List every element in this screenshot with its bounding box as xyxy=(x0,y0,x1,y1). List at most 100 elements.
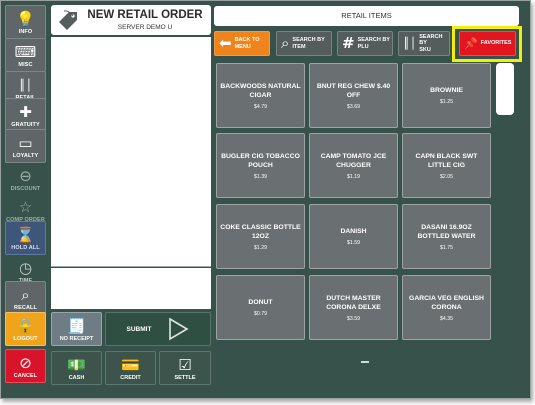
item-name: GARCIA VEG ENGLISH CORONA xyxy=(409,294,484,311)
no-receipt-label: NO RECEIPT xyxy=(59,336,94,342)
search-by-sku-label: SEARCH BY SKU xyxy=(419,34,449,54)
item-name: BACKWOODS NATURAL CIGAR xyxy=(220,82,301,99)
receipt-icon: 🧾 xyxy=(67,317,86,335)
search-by-plu-button[interactable]: # SEARCH BY PLU xyxy=(337,31,393,56)
label-line: BACK TO xyxy=(234,37,260,43)
play-icon xyxy=(169,317,190,341)
sidebar-item-cancel[interactable]: ⊘ CANCEL xyxy=(5,349,46,383)
sidebar-item-recall[interactable]: ⌕ RECALL xyxy=(5,281,46,315)
item-tile[interactable]: BNUT REG CHEW $.40 OFF $3.69 xyxy=(309,63,398,128)
sidebar-item-label: HOLD ALL xyxy=(11,245,40,251)
settle-label: SETTLE xyxy=(174,375,196,381)
credit-card-icon: 💳 xyxy=(121,356,140,374)
sidebar-item-label: INFO xyxy=(18,29,33,35)
server-name: SERVER DEMO U xyxy=(117,24,173,31)
sidebar-item-info[interactable]: 💡 INFO xyxy=(5,5,46,39)
item-name: DANISH xyxy=(340,228,367,235)
sidebar-item-label: CANCEL xyxy=(13,373,38,379)
cash-button[interactable]: 💵 CASH xyxy=(51,351,102,385)
scrollbar[interactable] xyxy=(496,63,514,115)
sidebar-item-label: GRATUITY xyxy=(11,122,40,128)
plus-icon: ✚ xyxy=(19,103,32,121)
item-name: CAMP TOMATO JCE CHUGGER xyxy=(320,152,387,169)
barcode-icon: ║│ xyxy=(403,37,417,50)
item-name: BNUT REG CHEW $.40 OFF xyxy=(316,82,391,99)
cash-icon: 💵 xyxy=(67,356,86,374)
item-price: $1.39 xyxy=(254,173,267,180)
sidebar-item-discount[interactable]: ⊖ DISCOUNT xyxy=(5,161,46,195)
sidebar-item-label: RECALL xyxy=(14,305,37,311)
sidebar-item-hold-all[interactable]: ⌛ HOLD ALL xyxy=(5,221,46,255)
item-price: $1.29 xyxy=(254,244,267,251)
label-line: ITEM xyxy=(292,43,306,50)
item-name: COKE CLASSIC BOTTLE 12OZ xyxy=(220,223,301,240)
submit-button[interactable]: SUBMIT xyxy=(105,312,211,346)
order-header: NEW RETAIL ORDER SERVER DEMO U xyxy=(51,5,211,35)
sidebar-item-misc[interactable]: ⌨ MISC xyxy=(5,38,46,72)
item-tile[interactable]: BUGLER CIG TOBACCO POUCH $1.39 xyxy=(216,133,305,198)
hash-icon: # xyxy=(342,34,355,52)
item-tile[interactable]: DANISH $1.59 xyxy=(309,204,398,269)
search-by-sku-button[interactable]: ║│ SEARCH BY SKU xyxy=(398,31,450,56)
item-price: $1.59 xyxy=(347,240,360,246)
order-title: NEW RETAIL ORDER xyxy=(87,9,203,21)
price-tag-icon xyxy=(59,10,77,30)
item-price: $1.25 xyxy=(440,99,453,105)
sidebar-item-label: LOGOUT xyxy=(13,336,38,342)
label-line: SEARCH BY xyxy=(419,33,443,47)
sidebar-item-logout[interactable]: 🔒 LOGOUT xyxy=(5,312,46,346)
checkbox-icon: ☑ xyxy=(178,356,192,374)
keyboard-icon: ⌨ xyxy=(14,43,37,61)
item-tile[interactable]: BROWNIE $1.25 xyxy=(402,63,491,128)
hourglass-icon: ⌛ xyxy=(16,226,35,244)
credit-button[interactable]: 💳 CREDIT xyxy=(105,351,156,385)
no-receipt-button[interactable]: 🧾 NO RECEIPT xyxy=(51,312,102,346)
label-line: SEARCH BY xyxy=(292,37,325,43)
item-tile[interactable]: CAMP TOMATO JCE CHUGGER $1.19 xyxy=(309,133,398,198)
minus-circle-icon: ⊖ xyxy=(19,167,32,185)
item-price: $0.79 xyxy=(254,311,267,317)
search-by-item-button[interactable]: ⌕ SEARCH BY ITEM xyxy=(276,31,332,56)
sidebar-item-gratuity[interactable]: ✚ GRATUITY xyxy=(5,98,46,132)
item-tile[interactable]: GARCIA VEG ENGLISH CORONA $4.35 xyxy=(402,275,491,340)
label-line: SEARCH BY xyxy=(357,37,390,43)
item-price: $2.05 xyxy=(440,173,453,180)
back-to-menu-button[interactable]: ⬅ BACK TO MENU xyxy=(214,31,270,56)
settle-button[interactable]: ☑ SETTLE xyxy=(159,351,211,385)
submit-label: SUBMIT xyxy=(126,325,152,333)
star-icon: ☆ xyxy=(18,198,33,216)
cancel-icon: ⊘ xyxy=(19,354,32,372)
cash-label: CASH xyxy=(68,375,85,381)
lock-icon: 🔒 xyxy=(16,317,35,335)
item-price: $4.35 xyxy=(440,315,453,322)
sidebar-item-label: MISC xyxy=(18,62,33,68)
barcode-icon: ║│ xyxy=(18,79,33,92)
item-name: CAPN BLACK SWT LITTLE CIG xyxy=(415,152,478,169)
item-tile[interactable]: DUTCH MASTER CORONA DELXE $3.59 xyxy=(309,275,398,340)
sidebar-item-loyalty[interactable]: ▭ LOYALTY xyxy=(5,129,46,163)
retail-items-header: RETAIL ITEMS xyxy=(214,6,519,26)
item-tile[interactable]: COKE CLASSIC BOTTLE 12OZ $1.29 xyxy=(216,204,305,269)
sidebar-item-label: LOYALTY xyxy=(12,153,39,159)
favorites-highlight xyxy=(452,26,522,62)
item-tile[interactable]: DONUT $0.79 xyxy=(216,275,305,340)
item-tile[interactable]: CAPN BLACK SWT LITTLE CIG $2.05 xyxy=(402,133,491,198)
item-name: DASANI 16.9OZ BOTTLED WATER xyxy=(417,223,476,240)
search-icon: ⌕ xyxy=(281,34,290,52)
order-items-list[interactable] xyxy=(51,37,211,267)
item-price: $1.75 xyxy=(440,244,453,251)
label-line: SKU xyxy=(419,46,431,53)
item-tile[interactable]: DASANI 16.9OZ BOTTLED WATER $1.75 xyxy=(402,204,491,269)
item-tile[interactable]: BACKWOODS NATURAL CIGAR $4.79 xyxy=(216,63,305,128)
back-arrow-icon: ⬅ xyxy=(219,34,232,52)
credit-label: CREDIT xyxy=(120,375,141,381)
more-indicator xyxy=(361,361,369,363)
label-line: MENU xyxy=(234,43,251,50)
item-name: DUTCH MASTER CORONA DELXE xyxy=(326,294,381,311)
back-to-menu-label: BACK TO MENU xyxy=(235,37,260,50)
item-price: $3.69 xyxy=(347,103,360,110)
card-icon: ▭ xyxy=(18,134,33,152)
item-price: $1.19 xyxy=(347,173,360,180)
item-name: BUGLER CIG TOBACCO POUCH xyxy=(221,152,300,169)
search-icon: ⌕ xyxy=(21,286,30,304)
